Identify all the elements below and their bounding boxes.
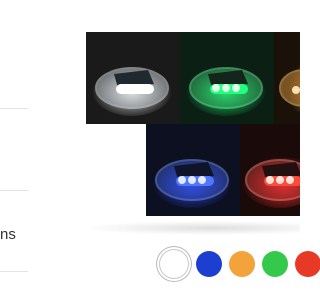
swatch-green[interactable] — [262, 251, 288, 277]
swatch-red[interactable] — [295, 251, 320, 277]
left-divider-middle — [0, 190, 28, 191]
swatch-orange[interactable] — [229, 251, 255, 277]
blue-light-tile — [146, 124, 240, 216]
orange-light-tile — [274, 32, 300, 124]
green-light-tile — [180, 32, 274, 124]
left-divider-bottom — [0, 271, 28, 272]
product-image[interactable] — [86, 32, 300, 216]
image-shadow — [80, 221, 300, 235]
white-light-tile — [86, 32, 180, 124]
left-divider-top — [0, 108, 28, 109]
option-label: ns — [0, 226, 16, 243]
swatch-white[interactable] — [160, 250, 188, 278]
swatch-blue[interactable] — [196, 251, 222, 277]
red-light-tile — [240, 124, 300, 216]
